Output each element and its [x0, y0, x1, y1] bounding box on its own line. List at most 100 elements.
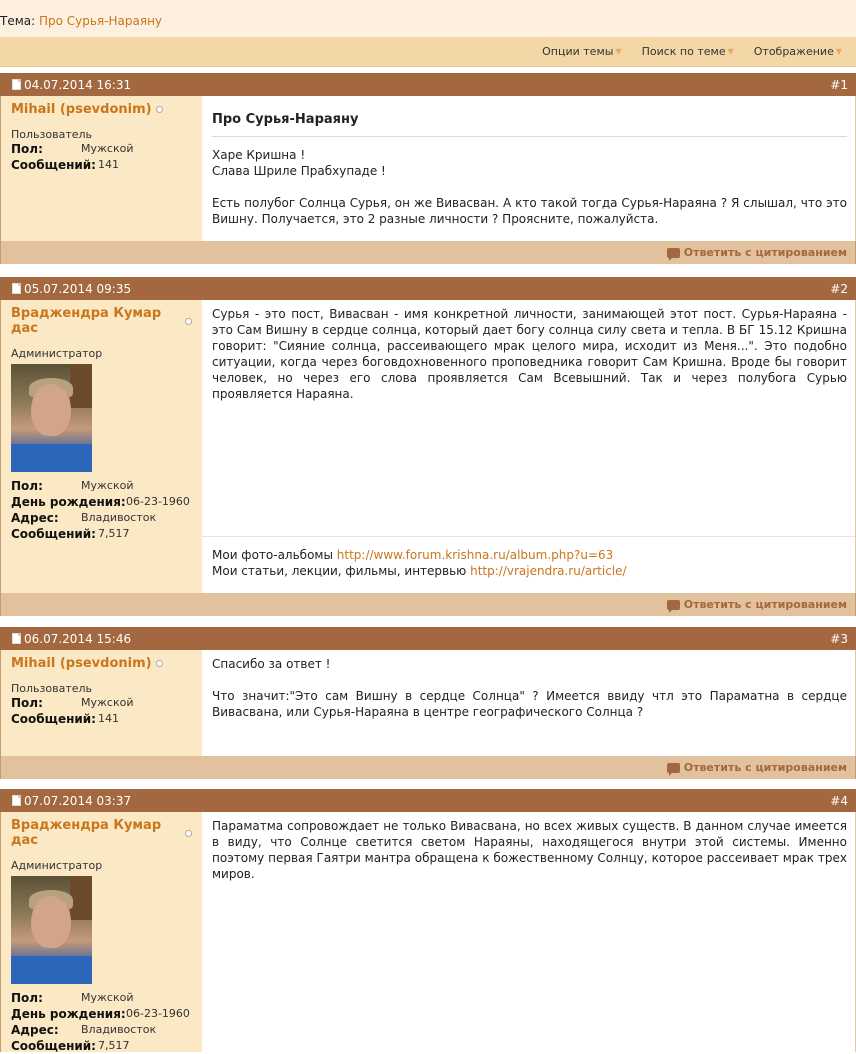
info-value: 06-23-1960: [126, 495, 190, 508]
info-key: День рождения:: [11, 1007, 126, 1021]
info-value: 141: [98, 158, 119, 171]
info-key: Сообщений:: [11, 1039, 96, 1053]
search-thread-menu[interactable]: Поиск по теме ▼: [642, 45, 734, 58]
post: 04.07.2014 16:31 #1 Mihail (psevdonim) П…: [0, 73, 856, 264]
info-row: День рождения: 06-23-1960: [11, 494, 192, 510]
info-value: Мужской: [81, 142, 134, 155]
info-value: Владивосток: [81, 1023, 157, 1036]
user-title: Администратор: [11, 859, 103, 872]
post-body: Враджендра Кумар дас Администратор Пол: М…: [0, 300, 856, 593]
info-row: Пол: Мужской: [11, 478, 192, 494]
userinfo: Mihail (psevdonim) Пользователь Пол: Мужс…: [0, 650, 202, 756]
username[interactable]: Враджендра Кумар дас: [11, 306, 181, 336]
reply-with-quote-button[interactable]: Ответить с цитированием: [666, 598, 847, 613]
display-mode-menu[interactable]: Отображение ▼: [754, 45, 842, 58]
info-value: 06-23-1960: [126, 1007, 190, 1020]
reply-label: Ответить с цитированием: [683, 598, 847, 611]
info-row: Сообщений: 141: [11, 157, 192, 173]
userinfo: Mihail (psevdonim) Пользователь Пол: Мужс…: [0, 96, 202, 241]
info-row: Сообщений: 7,517: [11, 526, 192, 542]
info-key: Адрес:: [11, 1023, 59, 1037]
post-footer: Ответить с цитированием: [0, 241, 856, 264]
info-key: Пол:: [11, 142, 43, 156]
info-key: Сообщений:: [11, 712, 96, 726]
post-text: Харе Кришна !: [212, 148, 306, 162]
info-row: Сообщений: 7,517: [11, 1038, 192, 1054]
userinfo: Враджендра Кумар дас Администратор Пол: М…: [0, 300, 202, 593]
post-content: Параматма сопровождает не только Вивасва…: [202, 812, 856, 1052]
userinfo: Враджендра Кумар дас Администратор Пол: М…: [0, 812, 202, 1054]
username-link[interactable]: Враджендра Кумар дас: [11, 306, 192, 336]
post-permalink[interactable]: #3: [830, 632, 848, 646]
post-text: Спасибо за ответ !: [212, 657, 331, 671]
info-key: Пол:: [11, 479, 43, 493]
info-row: Сообщений: 141: [11, 711, 192, 727]
quote-icon: [666, 247, 680, 261]
topic-link[interactable]: Про Сурья-Нараяну: [39, 14, 162, 28]
info-value: Мужской: [81, 991, 134, 1004]
post-footer: Ответить с цитированием: [0, 756, 856, 779]
post-header: 04.07.2014 16:31 #1: [0, 73, 856, 96]
info-value: Мужской: [81, 696, 134, 709]
post-text: Есть полубог Солнца Сурья, он же Вивасва…: [212, 196, 847, 226]
topic-bar: Тема: Про Сурья-Нараяну: [0, 0, 856, 37]
post-date-text: 04.07.2014 16:31: [24, 77, 132, 92]
username-link[interactable]: Mihail (psevdonim): [11, 656, 192, 671]
post-date: 07.07.2014 03:37: [12, 794, 131, 808]
reply-with-quote-button[interactable]: Ответить с цитированием: [666, 761, 847, 776]
thread-tools-bar: Опции темы ▼ Поиск по теме ▼ Отображение ▼: [0, 37, 856, 67]
post-header: 05.07.2014 09:35 #2: [0, 277, 856, 300]
post-icon: [12, 79, 21, 90]
post-text-spacer: [212, 672, 847, 688]
chevron-down-icon: ▼: [727, 47, 734, 56]
info-row: Пол: Мужской: [11, 990, 192, 1006]
chevron-down-icon: ▼: [615, 47, 622, 56]
offline-status-icon: [185, 829, 192, 837]
post-permalink[interactable]: #1: [830, 78, 848, 92]
post-date: 06.07.2014 15:46: [12, 632, 131, 646]
username[interactable]: Враджендра Кумар дас: [11, 818, 181, 848]
info-value: Мужской: [81, 479, 134, 492]
post-header: 06.07.2014 15:46 #3: [0, 627, 856, 650]
signature: Мои фото-альбомы http://www.forum.krishn…: [202, 536, 855, 593]
post-text: Что значит:"Это сам Вишну в сердце Солнц…: [212, 689, 847, 719]
reply-with-quote-button[interactable]: Ответить с цитированием: [666, 246, 847, 261]
sig-link-articles[interactable]: http://vrajendra.ru/article/: [470, 564, 626, 578]
post: 07.07.2014 03:37 #4 Враджендра Кумар дас…: [0, 789, 856, 1054]
info-row: Адрес: Владивосток: [11, 1022, 192, 1038]
post-icon: [12, 283, 21, 294]
post-date-text: 05.07.2014 09:35: [24, 281, 132, 296]
username-link[interactable]: Mihail (psevdonim): [11, 102, 192, 117]
post-footer: Ответить с цитированием: [0, 593, 856, 616]
quote-icon: [666, 762, 680, 776]
post-date-text: 06.07.2014 15:46: [24, 631, 132, 646]
info-key: День рождения:: [11, 495, 126, 509]
info-value: 141: [98, 712, 119, 725]
thread-options-label: Опции темы: [542, 45, 614, 58]
info-key: Сообщений:: [11, 158, 96, 172]
post-body: Mihail (psevdonim) Пользователь Пол: Мужс…: [0, 650, 856, 756]
post-text: Сурья - это пост, Вивасван - имя конкрет…: [212, 307, 847, 401]
post-date: 05.07.2014 09:35: [12, 282, 131, 296]
username-link[interactable]: Враджендра Кумар дас: [11, 818, 192, 848]
info-row: День рождения: 06-23-1960: [11, 1006, 192, 1022]
sig-label: Мои фото-альбомы: [212, 548, 333, 562]
offline-status-icon: [155, 106, 163, 113]
offline-status-icon: [185, 317, 192, 325]
post-icon: [12, 633, 21, 644]
username[interactable]: Mihail (psevdonim): [11, 656, 152, 671]
post-text-spacer: [212, 179, 847, 195]
avatar[interactable]: [11, 364, 92, 472]
topic-prefix: Тема:: [0, 14, 36, 28]
post-permalink[interactable]: #4: [830, 794, 848, 808]
post-text: Слава Шриле Прабхупаде !: [212, 164, 386, 178]
info-row: Пол: Мужской: [11, 695, 192, 711]
post-content: Сурья - это пост, Вивасван - имя конкрет…: [202, 300, 856, 593]
post-header: 07.07.2014 03:37 #4: [0, 789, 856, 812]
info-value: 7,517: [98, 527, 130, 540]
post-permalink[interactable]: #2: [830, 282, 848, 296]
thread-options-menu[interactable]: Опции темы ▼: [542, 45, 621, 58]
avatar[interactable]: [11, 876, 92, 984]
username[interactable]: Mihail (psevdonim): [11, 102, 152, 117]
sig-link-album[interactable]: http://www.forum.krishna.ru/album.php?u=…: [337, 548, 614, 562]
